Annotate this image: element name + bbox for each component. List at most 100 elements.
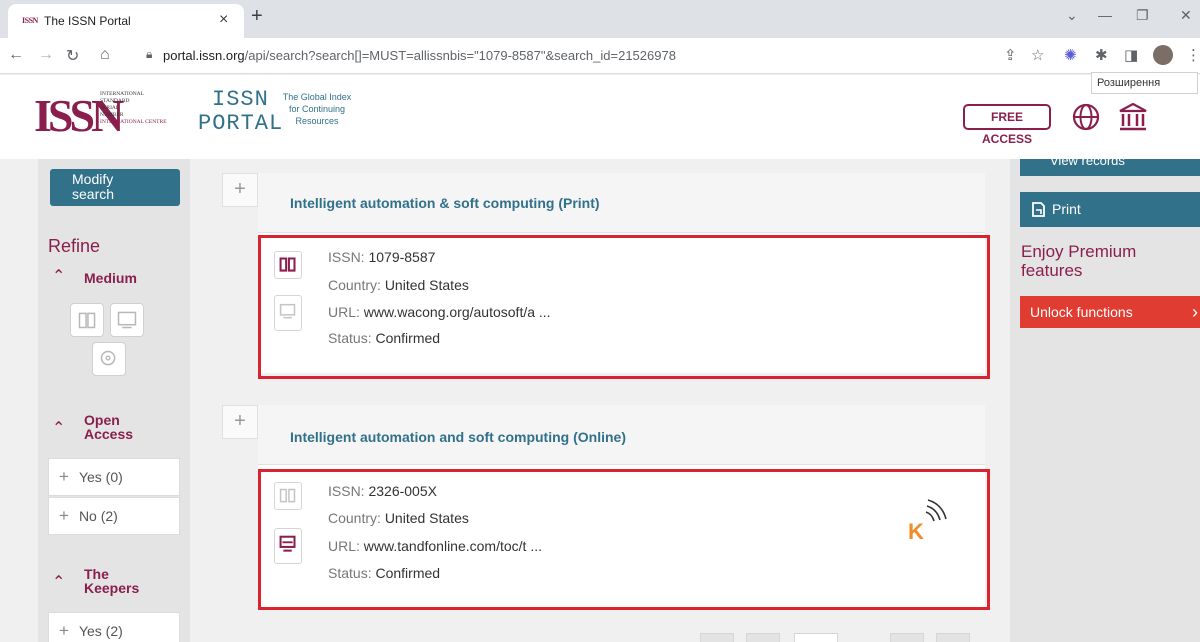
new-tab-button[interactable]: +: [251, 5, 263, 28]
premium-line1: Enjoy Premium: [1021, 242, 1137, 261]
portal-logo-line2: PORTAL: [198, 111, 284, 136]
label: URL:: [328, 304, 360, 320]
facet-open-access-yes[interactable]: + Yes (0): [48, 458, 180, 496]
label: ISSN:: [328, 249, 365, 265]
expand-result-button[interactable]: +: [222, 173, 258, 207]
pagination-button[interactable]: [700, 633, 734, 642]
record-url[interactable]: URL: www.wacong.org/autosoft/a ...: [328, 304, 551, 320]
medium-online-icon[interactable]: [110, 303, 144, 337]
caret-up-icon: ⌃: [52, 420, 66, 437]
record-url[interactable]: URL: www.tandfonline.com/toc/t ...: [328, 538, 542, 554]
extension-gear-icon[interactable]: ✺: [1064, 46, 1077, 64]
minimize-icon[interactable]: —: [1098, 7, 1112, 23]
issn-sub-line: INTERNATIONAL CENTRE: [100, 119, 167, 125]
expand-result-button[interactable]: +: [222, 405, 258, 439]
portal-logo-line1: ISSN: [212, 87, 269, 112]
plus-icon: +: [59, 467, 69, 486]
print-medium-icon: [274, 482, 302, 510]
premium-heading: Enjoy Premium features: [1021, 242, 1196, 280]
back-icon[interactable]: ←: [8, 46, 24, 64]
issn-sub-line: STANDARD: [100, 98, 130, 104]
value: United States: [384, 510, 469, 526]
tab-close-icon[interactable]: ×: [219, 11, 228, 29]
issn-favicon-icon: ISSN: [22, 16, 38, 25]
value: Confirmed: [375, 330, 441, 346]
browser-tab[interactable]: ISSN The ISSN Portal ×: [8, 4, 244, 38]
facet-keepers-line2: Keepers: [84, 580, 140, 596]
pagination-button[interactable]: [936, 633, 970, 642]
globe-icon[interactable]: [1071, 102, 1101, 132]
profile-avatar[interactable]: [1153, 45, 1173, 65]
close-window-icon[interactable]: ✕: [1180, 7, 1192, 24]
keepers-logo-icon[interactable]: K: [906, 496, 952, 542]
facet-medium-label: Medium: [84, 270, 137, 286]
unlock-functions-button[interactable]: Unlock functions ›: [1020, 296, 1200, 328]
share-icon[interactable]: ⇪: [1004, 46, 1017, 64]
facet-item-label: Yes (2): [78, 623, 123, 639]
medium-disc-icon[interactable]: [92, 342, 126, 376]
facet-keepers-yes[interactable]: + Yes (2): [48, 612, 180, 642]
restore-icon[interactable]: ❐: [1136, 7, 1149, 24]
caret-up-icon: ⌃: [52, 574, 66, 591]
refine-sidebar: Modify search Refine ⌃ Medium ⌃ Open Acc…: [38, 159, 190, 642]
caret-up-icon: ⌃: [52, 268, 66, 285]
right-rail: [1010, 159, 1200, 642]
refine-heading: Refine: [48, 236, 101, 256]
plus-icon: +: [59, 621, 69, 640]
value: Confirmed: [375, 565, 441, 581]
issn-sub-line: INTERNATIONAL: [100, 91, 144, 97]
print-button[interactable]: Print: [1020, 192, 1200, 227]
label: Country:: [328, 510, 381, 526]
forward-icon[interactable]: →: [38, 46, 54, 64]
modify-search-button[interactable]: Modify search: [50, 169, 180, 206]
premium-line2: features: [1021, 261, 1083, 280]
bookmark-star-icon[interactable]: ☆: [1031, 46, 1044, 64]
result-title[interactable]: Intelligent automation and soft computin…: [290, 429, 626, 445]
extensions-puzzle-icon[interactable]: ✱: [1095, 46, 1108, 64]
record-issn: ISSN: 1079-8587: [328, 249, 435, 265]
address-bar[interactable]: portal.issn.org/api/search?search[]=MUST…: [163, 48, 676, 63]
issn-centre-caption: INTERNATIONAL STANDARD SERIAL NUMBER INT…: [100, 91, 167, 126]
menu-kebab-icon[interactable]: ⋮: [1186, 46, 1200, 64]
browser-toolbar: ← → ↻ ⌂ 🔒︎ portal.issn.org/api/search?se…: [0, 38, 1200, 74]
issn-sub-line: SERIAL: [100, 105, 120, 111]
browser-tabstrip: ISSN The ISSN Portal × + ⌄ — ❐ ✕: [0, 0, 1200, 38]
record-country: Country: United States: [328, 510, 469, 526]
pagination-button[interactable]: [890, 633, 924, 642]
issn-sub-line: NUMBER: [100, 112, 124, 118]
print-doc-icon: [1032, 202, 1045, 217]
record-status: Status: Confirmed: [328, 330, 440, 346]
chevron-right-icon: ›: [1192, 302, 1198, 322]
facet-open-access-no[interactable]: + No (2): [48, 497, 180, 535]
pagination-button[interactable]: [746, 633, 780, 642]
institution-icon[interactable]: [1117, 101, 1149, 133]
label: Status:: [328, 565, 372, 581]
portal-logo[interactable]: ISSN PORTAL: [198, 88, 283, 136]
tagline-line: Resources: [295, 116, 339, 126]
tab-search-icon[interactable]: ⌄: [1066, 7, 1078, 24]
value: 2326-005X: [368, 483, 437, 499]
label: ISSN:: [328, 483, 365, 499]
modify-line2: search: [72, 186, 115, 202]
pagination-current[interactable]: [794, 633, 838, 642]
record-issn: ISSN: 2326-005X: [328, 483, 437, 499]
url-path: /api/search?search[]=MUST=allissnbis="10…: [244, 48, 676, 63]
medium-print-icon[interactable]: [70, 303, 104, 337]
reload-icon[interactable]: ↻: [66, 46, 79, 66]
view-records-button[interactable]: View records: [1020, 159, 1200, 176]
url-host: portal.issn.org: [163, 48, 245, 63]
tagline-line: The Global Index: [282, 92, 352, 102]
tagline-line: for Continuing: [288, 104, 346, 114]
home-icon[interactable]: ⌂: [100, 46, 110, 64]
side-panel-icon[interactable]: ◨: [1124, 46, 1138, 64]
value: United States: [384, 277, 469, 293]
free-access-button[interactable]: FREE ACCESS: [963, 104, 1051, 146]
facet-open-access-line2: Access: [84, 426, 134, 442]
record-country: Country: United States: [328, 277, 469, 293]
label: Status:: [328, 330, 372, 346]
result-title[interactable]: Intelligent automation & soft computing …: [290, 195, 600, 211]
lock-icon[interactable]: 🔒︎: [146, 47, 152, 62]
tab-title: The ISSN Portal: [44, 14, 131, 28]
unlock-label: Unlock functions: [1030, 304, 1133, 320]
extensions-tooltip: Розширення: [1091, 72, 1198, 94]
